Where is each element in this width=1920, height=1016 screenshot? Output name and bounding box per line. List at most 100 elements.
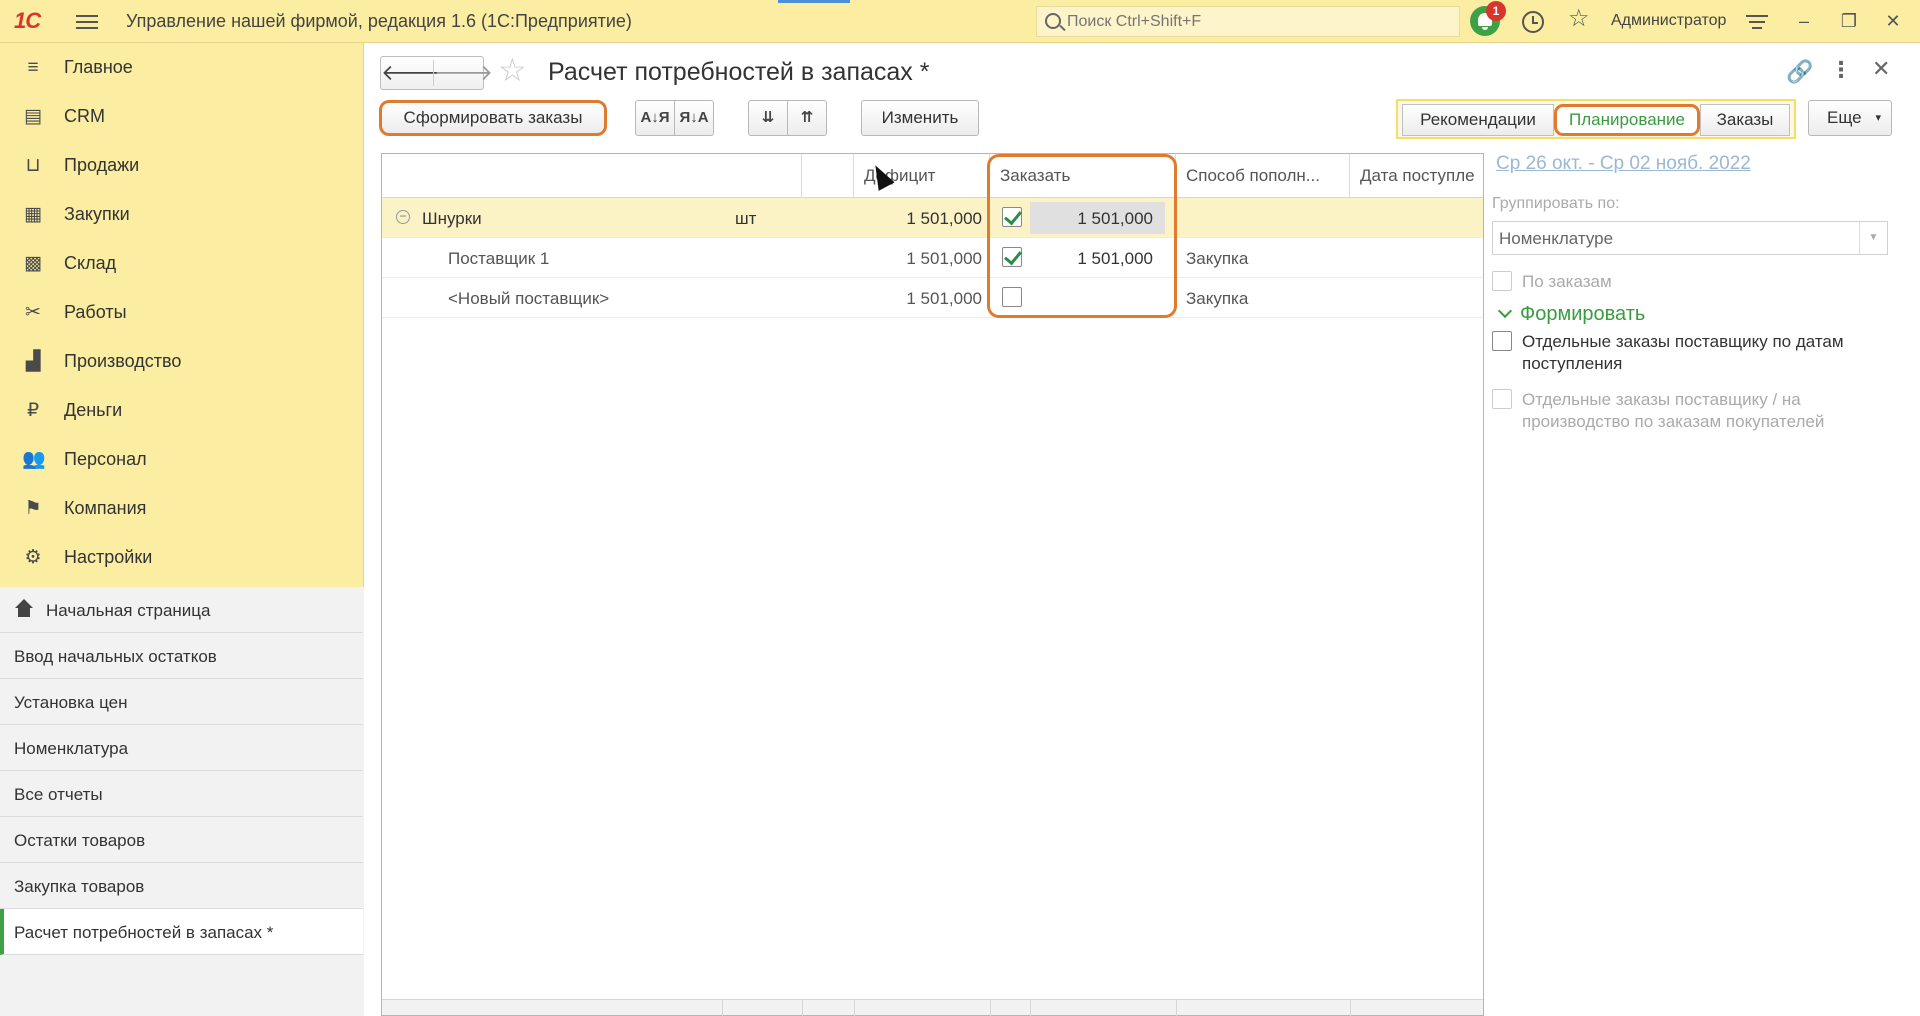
separate-by-dates-checkbox[interactable] [1492, 331, 1512, 351]
history-item-label: Все отчеты [14, 785, 103, 804]
settings-menu-icon[interactable] [1746, 11, 1768, 31]
history-item[interactable]: Установка цен [0, 679, 363, 725]
separate-by-customer-label: Отдельные заказы поставщику / на произво… [1522, 390, 1825, 431]
app-title: Управление нашей фирмой, редакция 1.6 (1… [126, 11, 632, 31]
close-form-icon[interactable]: ✕ [1872, 56, 1890, 82]
restore-window-button[interactable]: ❐ [1838, 10, 1860, 32]
history-item-label: Закупка товаров [14, 877, 145, 896]
table-footer [382, 999, 1483, 1016]
warehouse-icon: ▩ [24, 253, 42, 274]
order-checkbox[interactable] [1002, 207, 1022, 227]
sort-ascending-icon[interactable]: А↓Я [635, 100, 675, 136]
create-orders-button[interactable]: Сформировать заказы [379, 100, 607, 136]
by-orders-label: По заказам [1522, 272, 1612, 291]
collapse-group-icon[interactable]: − [396, 210, 410, 224]
sidebar-item-sales[interactable]: ⊔ Продажи [0, 141, 364, 190]
history-item-home[interactable]: Начальная страница [0, 587, 363, 633]
table-row[interactable]: <Новый поставщик> 1 501,000 Закупка [382, 278, 1483, 318]
group-by-value: Номенклатуре [1499, 229, 1614, 248]
sidebar-item-production[interactable]: ▟ Производство [0, 337, 364, 386]
favorites-star-icon[interactable]: ☆ [1568, 7, 1590, 31]
history-item[interactable]: Закупка товаров [0, 863, 363, 909]
table-header: Дефицит Заказать Способ пополн... Дата п… [382, 154, 1483, 198]
sidebar-item-staff[interactable]: 👥 Персонал [0, 435, 364, 484]
period-link[interactable]: Ср 26 окт. - Ср 02 нояб. 2022 [1496, 153, 1751, 175]
sidebar-item-label: Работы [64, 302, 127, 322]
sidebar-item-works[interactable]: ✂ Работы [0, 288, 364, 337]
tab-recommendations[interactable]: Рекомендации [1402, 104, 1554, 136]
expand-all-icon[interactable]: ⇊ [748, 100, 788, 136]
cell-item: Шнурки [422, 209, 482, 228]
column-header-method[interactable]: Способ пополн... [1176, 154, 1350, 198]
sort-descending-icon[interactable]: Я↓А [674, 100, 714, 136]
current-user[interactable]: Администратор [1611, 12, 1726, 30]
cell-order-qty[interactable]: 1 501,000 [1030, 238, 1153, 278]
sidebar-item-purchases[interactable]: ▦ Закупки [0, 190, 364, 239]
column-header-unit[interactable] [802, 154, 854, 198]
table-row-group[interactable]: − Шнурки шт 1 501,000 1 501,000 [382, 198, 1483, 238]
form-section-toggle[interactable]: Формировать [1496, 303, 1645, 326]
tab-orders[interactable]: Заказы [1700, 104, 1790, 136]
cell-deficit: 1 501,000 [906, 249, 982, 268]
history-icon[interactable] [1522, 11, 1544, 33]
tab-planning[interactable]: Планирование [1554, 104, 1700, 136]
sections-sidebar: ≡ Главное ▤ CRM ⊔ Продажи ▦ Закупки ▩ Ск… [0, 43, 364, 1016]
section-title: Формировать [1520, 303, 1646, 325]
group-by-select[interactable]: Номенклатуре ▼ [1492, 221, 1888, 255]
gear-icon: ⚙ [24, 547, 42, 568]
sidebar-item-label: Настройки [64, 547, 153, 567]
history-item-label: Остатки товаров [14, 831, 146, 850]
purchases-icon: ▦ [24, 204, 42, 225]
dropdown-caret-icon: ▾ [1875, 112, 1881, 124]
link-icon[interactable]: 🔗 [1786, 59, 1813, 85]
sidebar-item-label: Производство [64, 351, 182, 371]
history-item[interactable]: Остатки товаров [0, 817, 363, 863]
sidebar-item-warehouse[interactable]: ▩ Склад [0, 239, 364, 288]
history-item[interactable]: Все отчеты [0, 771, 363, 817]
column-header-item[interactable] [382, 154, 802, 198]
collapse-all-icon[interactable]: ⇈ [787, 100, 827, 136]
column-header-date[interactable]: Дата поступле [1350, 154, 1483, 198]
table-row[interactable]: Поставщик 1 1 501,000 1 501,000 Закупка [382, 238, 1483, 278]
group-by-label: Группировать по: [1492, 195, 1620, 212]
more-menu-label: Еще [1827, 108, 1862, 127]
sidebar-item-money[interactable]: ₽ Деньги [0, 386, 364, 435]
people-icon: 👥 [22, 449, 46, 470]
sidebar-item-company[interactable]: ⚑ Компания [0, 484, 364, 533]
order-checkbox[interactable] [1002, 287, 1022, 307]
history-item-active[interactable]: Расчет потребностей в запасах * [0, 909, 363, 955]
page-title: Расчет потребностей в запасах * [548, 58, 930, 86]
forward-arrow-icon[interactable]: 🡒 [433, 60, 493, 86]
minimize-window-button[interactable]: – [1793, 10, 1815, 32]
search-input[interactable] [1067, 10, 1447, 33]
history-item[interactable]: Номенклатура [0, 725, 363, 771]
sidebar-item-label: Компания [64, 498, 147, 518]
main-menu-icon[interactable] [76, 11, 98, 31]
cell-deficit: 1 501,000 [906, 289, 982, 308]
add-to-favorites-star-icon[interactable]: ☆ [498, 54, 527, 86]
cell-deficit: 1 501,000 [906, 209, 982, 228]
sidebar-item-crm[interactable]: ▤ CRM [0, 92, 364, 141]
menu-lines-icon: ≡ [27, 57, 39, 78]
sidebar-item-label: Закупки [64, 204, 130, 224]
history-item[interactable]: Ввод начальных остатков [0, 633, 363, 679]
sidebar-item-main[interactable]: ≡ Главное [0, 43, 364, 92]
cell-method: Закупка [1186, 289, 1249, 308]
close-window-button[interactable]: ✕ [1882, 10, 1904, 32]
column-header-order[interactable]: Заказать [990, 154, 1176, 198]
crm-icon: ▤ [24, 106, 42, 127]
change-button[interactable]: Изменить [861, 100, 979, 136]
sidebar-item-label: Продажи [64, 155, 140, 175]
separate-by-customer-checkbox[interactable] [1492, 389, 1512, 409]
cell-order-qty[interactable]: 1 501,000 [1030, 202, 1165, 234]
cell-order-qty[interactable] [1030, 278, 1153, 318]
by-orders-checkbox[interactable] [1492, 271, 1512, 291]
more-menu-button[interactable]: Еще ▾ [1808, 100, 1892, 136]
order-checkbox[interactable] [1002, 247, 1022, 267]
history-item-label: Расчет потребностей в запасах * [14, 923, 274, 942]
sidebar-item-settings[interactable]: ⚙ Настройки [0, 533, 364, 582]
global-search[interactable] [1036, 6, 1460, 37]
home-icon [14, 599, 34, 619]
back-arrow-icon[interactable]: 🡐 [381, 60, 440, 86]
more-actions-icon[interactable]: ⋮ [1830, 57, 1852, 83]
